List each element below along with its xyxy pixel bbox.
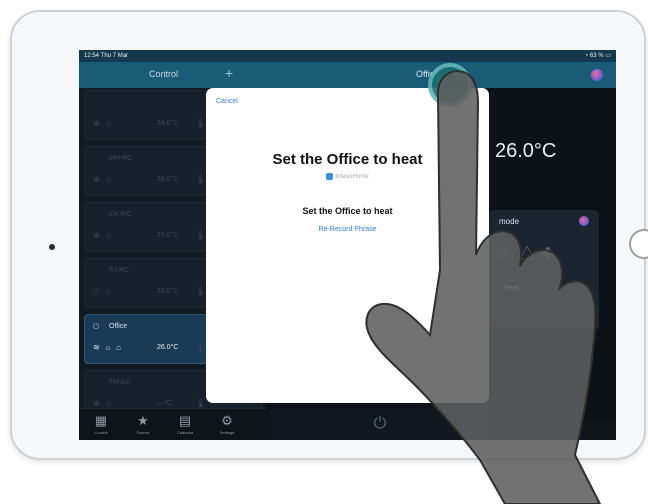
house-icon: ⌂ [106,175,112,184]
tab-scenes[interactable]: ★ Scenes [123,413,163,435]
home-button[interactable] [629,229,648,259]
mode-options[interactable]: Ⓐ△✤ [497,240,560,264]
wifi-icon: ◔ [584,53,589,59]
ac-name: MH-RC [109,155,133,162]
ac-name: FH-AC [109,379,131,386]
shortcut-phrase: Set the Office to heat [272,151,423,168]
power-icon[interactable]: ⏻ [93,322,99,332]
star-icon: ★ [137,413,149,428]
thermometer-icon: 🌡 [195,118,207,128]
ac-temp: 24.0°C [157,120,179,127]
tab-control[interactable]: ▦ Control [81,413,121,435]
heat-mode-label[interactable]: heat [505,285,519,292]
gear-icon: ⚙ [221,413,233,428]
recorded-phrase: Set the Office to heat [302,206,393,216]
tab-settings[interactable]: ⚙ Settings [207,413,247,435]
ipad-screen: 12:54 Thu 7 Mar ◔ 63 % ▭ Control + Offic… [79,50,616,440]
house-icon: ⌂ [106,287,111,296]
dry-mode-icon: △ [519,246,542,263]
rerecord-phrase-button[interactable]: Re-Record Phrase [206,226,489,233]
house-icon: ⌂ [106,231,112,240]
ac-name: FJ-RC [109,267,130,274]
siri-shortcut-modal: Cancel Set the Office to heat IntesisHom… [206,88,489,403]
ac-controls: ≋ ☼ ⌂ [93,343,121,352]
ac-temp: —°C [157,400,172,407]
auto-mode-icon: Ⓐ [497,246,520,263]
ac-temp: 25.0°C [157,232,179,239]
house-icon: ⌂ [106,119,112,128]
siri-icon[interactable] [591,69,603,81]
ac-controls: ⏻ ⌂ [93,287,111,297]
thermometer-icon: 🌡 [195,230,207,240]
current-temperature: 26.0°C [495,140,557,162]
thermometer-icon: 🌡 [195,174,207,184]
wifi-icon: ≋ [93,343,100,352]
status-time: 12:54 Thu 7 Mar [84,53,129,59]
fan-icon: ✲ [93,175,100,184]
ac-controls: ✲ ⌂ [93,231,111,240]
touch-indicator [428,63,472,107]
grid-icon: ▦ [94,413,108,428]
thermometer-icon: 🌡 [195,286,207,296]
fan-icon: ✲ [93,231,100,240]
fan-icon: ✲ [93,119,100,128]
ac-controls: ✲ ⌂ [93,399,111,408]
siri-icon[interactable] [579,216,589,226]
navbar: Control + Office [79,62,616,88]
power-icon: ⏻ [373,415,387,432]
ac-name: CK-RC [109,211,132,218]
battery-icon: ▭ [605,53,611,59]
status-battery: ◔ 63 % ▭ [584,53,611,59]
ac-temp: 22.0°C [157,288,179,295]
intesishome-app-icon [326,173,334,180]
calendar-icon: ▤ [178,413,192,428]
tab-bar: ▦ Control ★ Scenes ▤ Calendar ⚙ Settings [79,408,267,440]
app-source: IntesisHome [206,173,489,180]
ac-name: Office [109,323,128,330]
house-icon: ⌂ [115,343,121,352]
fan-icon: ✲ [93,399,100,408]
ac-controls: ✲ ⌂ [93,119,111,128]
tab-calendar[interactable]: ▤ Calendar [165,413,205,435]
ac-temp: 26.0°C [157,176,179,183]
ac-controls: ✲ ⌂ [93,175,111,184]
thermometer-icon: 🌡 [195,342,207,352]
add-button[interactable]: + [225,65,233,81]
mode-label: mode [499,217,520,226]
fan-mode-icon: ✤ [541,246,561,263]
front-camera [49,244,55,250]
app-name: IntesisHome [335,174,369,181]
power-icon: ⏻ [93,287,100,296]
stage: 12:54 Thu 7 Mar ◔ 63 % ▭ Control + Offic… [0,0,648,504]
nav-title-control: Control [149,69,179,79]
mode-card [489,210,599,330]
main-power-button[interactable]: ⏻ [271,408,489,440]
ipad-frame: 12:54 Thu 7 Mar ◔ 63 % ▭ Control + Offic… [10,10,648,460]
ac-temp: 26.0°C [157,344,179,351]
sun-icon: ☼ [104,343,112,352]
cancel-button[interactable]: Cancel [216,98,238,105]
house-icon: ⌂ [106,399,112,408]
status-bar: 12:54 Thu 7 Mar ◔ 63 % ▭ [79,50,616,62]
